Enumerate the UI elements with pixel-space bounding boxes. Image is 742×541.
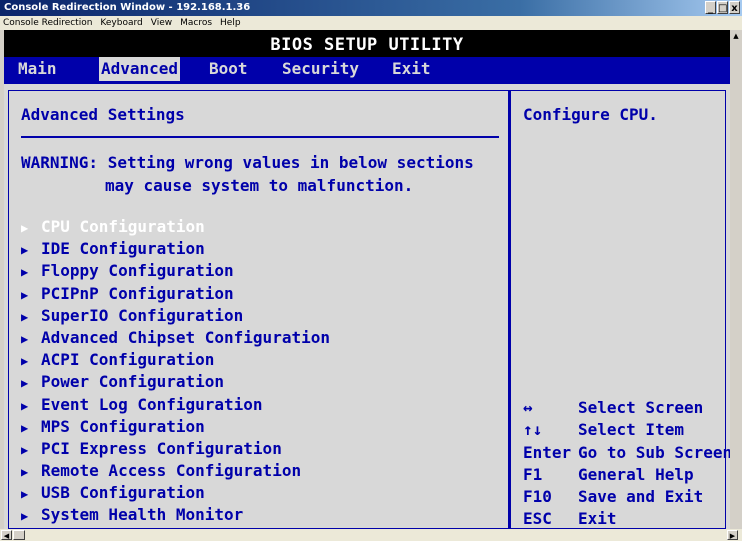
vertical-scrollbar[interactable]: ▲ [730,30,742,529]
arrow-right-icon: ▶ [21,265,29,280]
arrow-right-icon: ▶ [21,331,29,346]
tab-security[interactable]: Security [282,57,359,81]
menu-item-label: PCIPnP Configuration [41,283,234,303]
window-controls: _ □ x [705,1,740,15]
window-titlebar: Console Redirection Window - 192.168.1.3… [0,0,742,16]
bios-screen[interactable]: BIOS SETUP UTILITY Main Advanced Boot Se… [4,30,730,529]
menu-item-power-configuration[interactable]: ▶ Power Configuration [21,371,330,393]
key-row-select-screen: ↔ Select Screen [523,397,723,419]
maximize-button[interactable]: □ [717,1,728,14]
close-button[interactable]: x [729,1,740,14]
key-row-sub-screen: Enter Go to Sub Screen [523,442,730,464]
menu-item-label: CPU Configuration [41,217,205,236]
warning-line-1: WARNING: Setting wrong values in below s… [21,153,474,172]
minimize-button[interactable]: _ [705,1,716,14]
key-desc: Exit [578,509,617,529]
menu-item-event-log-configuration[interactable]: ▶ Event Log Configuration [21,394,330,416]
menu-item-remote-access-configuration[interactable]: ▶ Remote Access Configuration [21,460,330,482]
up-down-arrow-icon: ↑↓ [523,420,543,440]
page-title: Advanced Settings [21,105,185,124]
tab-boot[interactable]: Boot [209,57,248,81]
menu-item-pcipnp-configuration[interactable]: ▶ PCIPnP Configuration [21,283,330,305]
arrow-right-icon: ▶ [21,509,29,524]
menu-view[interactable]: View [151,16,172,30]
window-title: Console Redirection Window - 192.168.1.3… [4,2,251,13]
arrow-right-icon: ▶ [21,221,29,235]
menu-item-floppy-configuration[interactable]: ▶ Floppy Configuration [21,260,330,282]
scroll-left-icon[interactable]: ◀ [1,530,12,540]
menu-item-label: IDE Configuration [41,239,205,259]
key-desc: Select Item [578,420,684,440]
key-name: ESC [523,509,552,529]
menu-macros[interactable]: Macros [180,16,212,30]
menu-item-label: Advanced Chipset Configuration [41,327,330,347]
menu-item-ide-configuration[interactable]: ▶ IDE Configuration [21,238,330,260]
submenu-list: ▶ CPU Configuration ▶ IDE Configuration ▶ F… [21,216,330,527]
horizontal-scrollbar[interactable]: ◀ ▶ [0,529,742,541]
arrow-right-icon: ▶ [21,442,29,457]
tab-advanced[interactable]: Advanced [99,57,181,81]
key-name: F10 [523,487,552,507]
left-right-arrow-icon: ↔ [523,398,533,417]
heading-divider [21,136,499,138]
menu-item-label: Remote Access Configuration [41,461,302,481]
arrow-right-icon: ▶ [21,354,29,369]
arrow-right-icon: ▶ [21,398,29,413]
menu-item-label: Event Log Configuration [41,394,263,414]
help-text: Configure CPU. [523,105,658,124]
help-box: Configure CPU. ↔ Select Screen ↑↓ Select I… [509,90,730,529]
scroll-right-icon[interactable]: ▶ [727,530,738,540]
menu-item-label: MPS Configuration [41,416,205,436]
key-desc: General Help [578,464,694,484]
key-row-save-exit: F10 Save and Exit [523,486,723,508]
menu-item-mps-configuration[interactable]: ▶ MPS Configuration [21,416,330,438]
key-name: F1 [523,464,543,484]
app-menubar: Console Redirection Keyboard View Macros… [0,16,742,30]
menu-item-superio-configuration[interactable]: ▶ SuperIO Configuration [21,305,330,327]
key-row-select-item: ↑↓ Select Item [523,419,723,441]
tab-exit[interactable]: Exit [392,57,431,81]
bios-panel: Advanced Settings WARNING: Setting wrong… [4,84,730,529]
arrow-right-icon: ▶ [21,420,29,435]
menu-item-label: Floppy Configuration [41,261,234,281]
menu-item-acpi-configuration[interactable]: ▶ ACPI Configuration [21,349,330,371]
key-row-exit: ESC Exit [523,508,723,529]
menu-item-cpu-configuration[interactable]: ▶ CPU Configuration [21,216,330,238]
menu-item-advanced-chipset-configuration[interactable]: ▶ Advanced Chipset Configuration [21,327,330,349]
key-desc: Select Screen [578,398,704,417]
tab-main[interactable]: Main [18,57,57,81]
menu-item-label: SuperIO Configuration [41,305,244,325]
menu-keyboard[interactable]: Keyboard [100,16,142,30]
key-name: Enter [523,442,572,462]
arrow-right-icon: ▶ [21,465,29,480]
key-row-general-help: F1 General Help [523,464,723,486]
menu-item-pci-express-configuration[interactable]: ▶ PCI Express Configuration [21,438,330,460]
menu-help[interactable]: Help [220,16,241,30]
menu-item-label: PCI Express Configuration [41,438,282,458]
menu-item-label: Power Configuration [41,372,225,392]
scroll-thumb[interactable] [13,530,25,540]
key-desc: Go to Sub Screen [578,442,730,462]
menu-item-system-health-monitor[interactable]: ▶ System Health Monitor [21,504,330,526]
bios-tab-bar: Main Advanced Boot Security Exit [4,57,730,81]
menu-item-usb-configuration[interactable]: ▶ USB Configuration [21,482,330,504]
warning-line-2: may cause system to malfunction. [105,176,414,195]
menu-item-label: System Health Monitor [41,505,244,525]
menu-console-redirection[interactable]: Console Redirection [3,16,92,30]
scroll-up-icon[interactable]: ▲ [731,31,741,41]
arrow-right-icon: ▶ [21,243,29,258]
settings-box: Advanced Settings WARNING: Setting wrong… [8,90,509,529]
menu-item-label: ACPI Configuration [41,350,215,370]
arrow-right-icon: ▶ [21,487,29,502]
arrow-right-icon: ▶ [21,287,29,302]
arrow-right-icon: ▶ [21,309,29,324]
key-legend: ↔ Select Screen ↑↓ Select Item Enter Go to … [523,397,730,529]
key-desc: Save and Exit [578,487,704,507]
bios-title: BIOS SETUP UTILITY [4,30,730,57]
menu-item-label: USB Configuration [41,483,205,503]
arrow-right-icon: ▶ [21,376,29,391]
